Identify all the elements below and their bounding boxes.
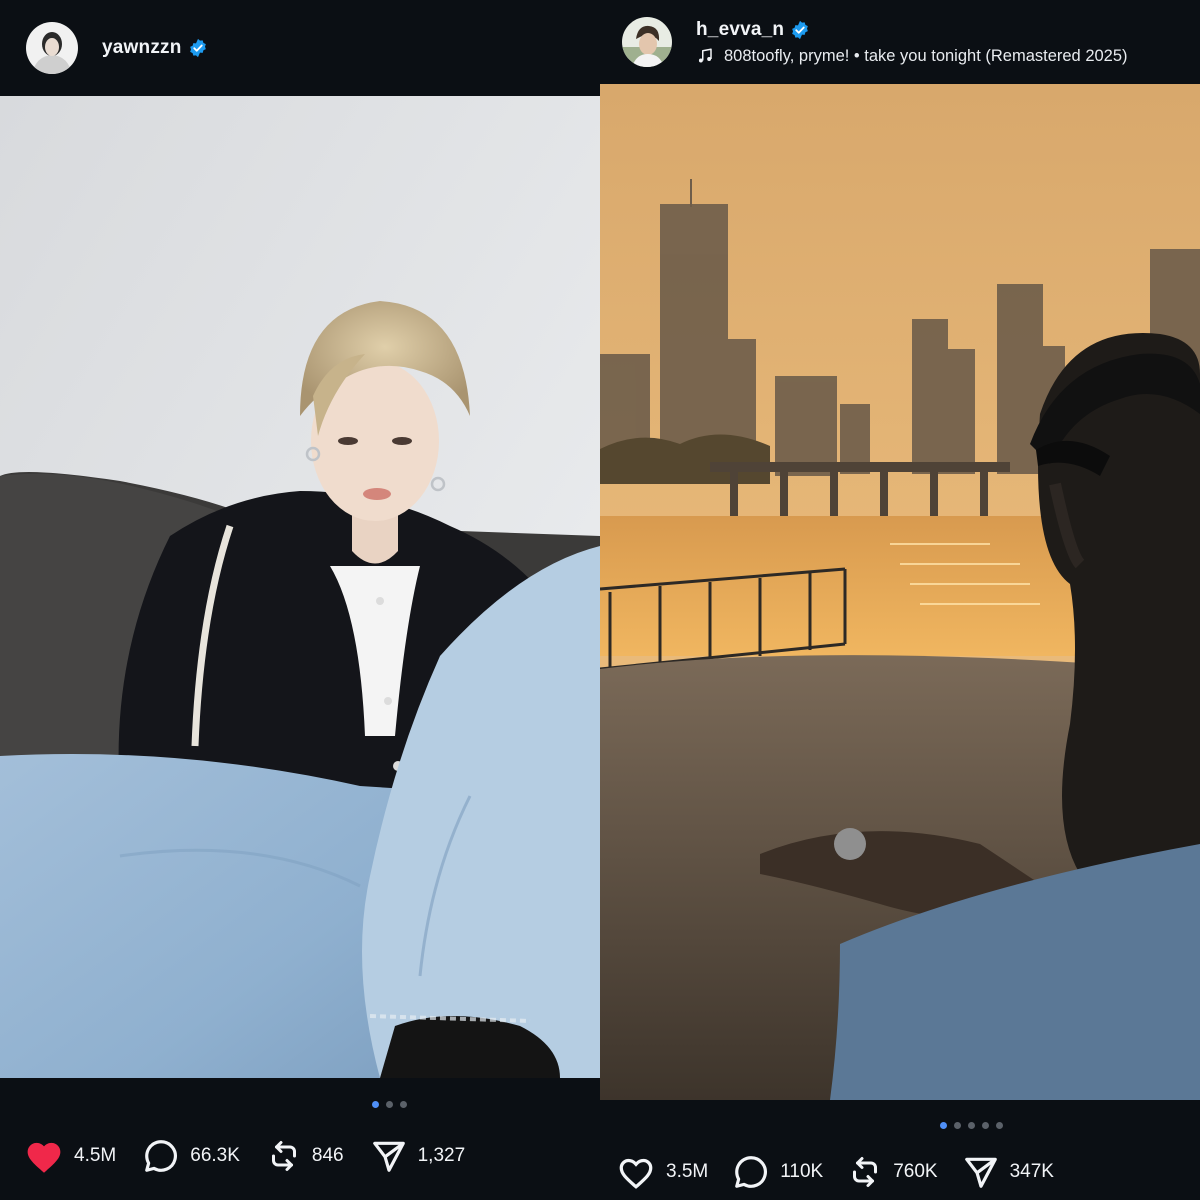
reply-button[interactable]: 66.3K <box>142 1137 240 1175</box>
carousel-dot[interactable] <box>940 1122 947 1129</box>
reply-count: 110K <box>780 1161 824 1182</box>
share-button[interactable]: 1,327 <box>370 1137 466 1175</box>
carousel-dot[interactable] <box>400 1101 407 1108</box>
repost-count: 760K <box>893 1161 938 1182</box>
share-count: 1,327 <box>417 1145 466 1166</box>
carousel-indicator[interactable] <box>940 1122 1003 1129</box>
carousel-dot[interactable] <box>386 1101 393 1108</box>
post-card-h-evva-n: h_evva_n 808toofly, pryme! • take you to… <box>600 0 1200 1200</box>
username[interactable]: yawnzzn <box>102 37 182 59</box>
send-icon <box>964 1157 997 1188</box>
share-count: 347K <box>1009 1161 1054 1182</box>
music-track-label: 808toofly, pryme! • take you tonight (Re… <box>724 46 1128 65</box>
repost-count: 846 <box>311 1145 344 1166</box>
post-header: yawnzzn <box>0 0 600 96</box>
music-attachment[interactable]: 808toofly, pryme! • take you tonight (Re… <box>696 47 1128 66</box>
carousel-dot[interactable] <box>954 1122 961 1129</box>
action-bar: 3.5M 110K 760K 347K <box>616 1150 1078 1194</box>
speech-bubble-icon <box>735 1156 768 1188</box>
carousel-dot[interactable] <box>372 1101 379 1108</box>
carousel-dot[interactable] <box>982 1122 989 1129</box>
like-button[interactable]: 3.5M <box>616 1154 708 1190</box>
carousel-dot[interactable] <box>996 1122 1003 1129</box>
username[interactable]: h_evva_n <box>696 19 784 41</box>
post-header: h_evva_n 808toofly, pryme! • take you to… <box>600 0 1200 84</box>
repost-button[interactable]: 760K <box>847 1154 938 1190</box>
heart-icon <box>27 1142 61 1173</box>
verified-badge-icon <box>790 20 810 40</box>
avatar[interactable] <box>622 17 672 67</box>
repost-icon <box>853 1157 878 1187</box>
like-count: 4.5M <box>74 1145 117 1166</box>
verified-badge-icon <box>188 38 208 58</box>
heart-icon <box>619 1158 653 1189</box>
avatar[interactable] <box>26 22 78 74</box>
carousel-indicator[interactable] <box>372 1101 407 1108</box>
carousel-dot[interactable] <box>968 1122 975 1129</box>
post-photo[interactable] <box>600 84 1200 1100</box>
music-note-icon <box>698 48 712 63</box>
reply-count: 66.3K <box>190 1145 240 1166</box>
repost-button[interactable]: 846 <box>266 1138 344 1174</box>
like-count: 3.5M <box>666 1161 709 1182</box>
like-button[interactable]: 4.5M <box>24 1138 116 1174</box>
share-button[interactable]: 347K <box>962 1153 1054 1191</box>
send-icon <box>372 1141 405 1172</box>
post-photo[interactable] <box>0 96 600 1078</box>
post-card-yawnzzn: yawnzzn 4.5M 66.3K 846 1,327 <box>0 0 600 1200</box>
action-bar: 4.5M 66.3K 846 1,327 <box>24 1134 491 1178</box>
reply-button[interactable]: 110K <box>732 1153 823 1191</box>
speech-bubble-icon <box>145 1140 178 1172</box>
repost-icon <box>271 1141 296 1171</box>
